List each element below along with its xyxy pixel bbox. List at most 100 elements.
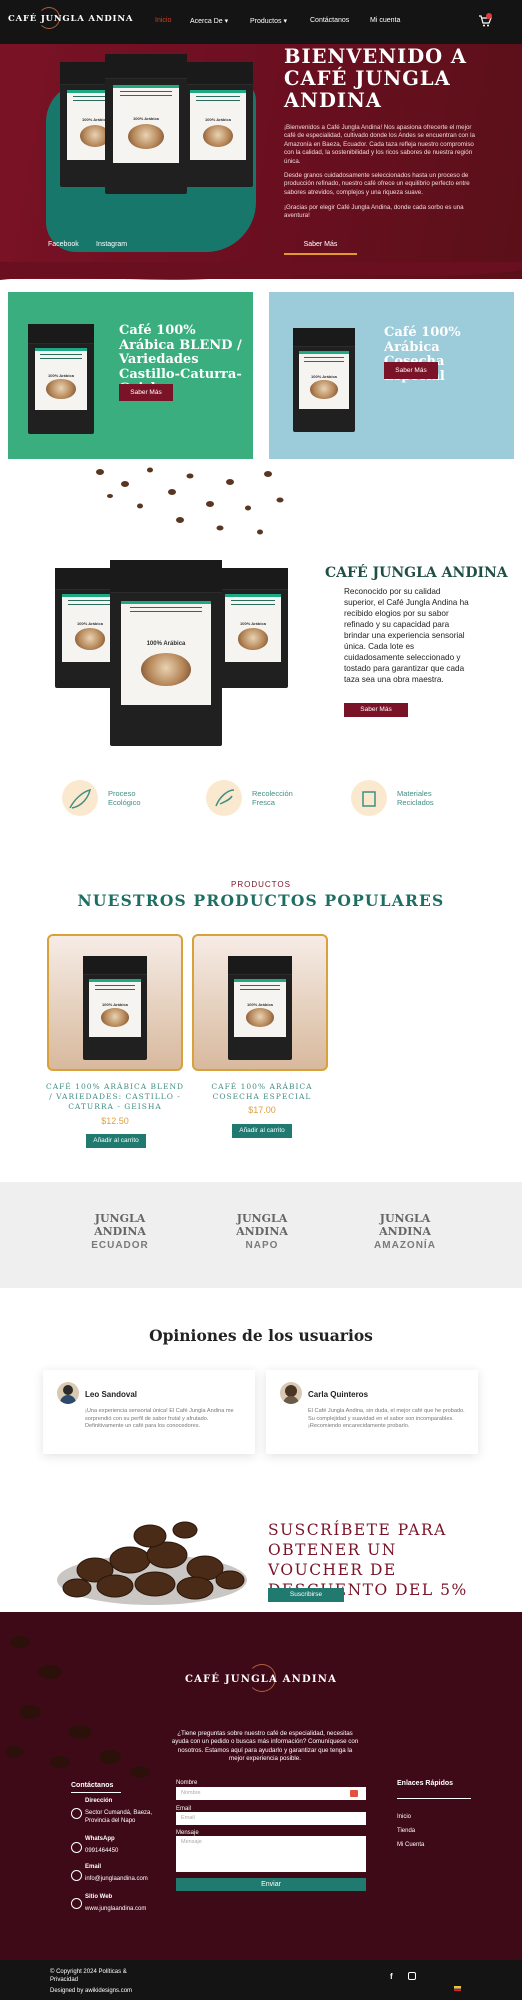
contact-label: WhatsApp xyxy=(85,1836,115,1842)
contact-value[interactable]: 0991464450 xyxy=(85,1848,118,1854)
footer-link-mi-cuenta[interactable]: Mi Cuenta xyxy=(397,1842,424,1848)
language-flag-icon[interactable] xyxy=(454,1986,461,1991)
cart-count-badge xyxy=(486,13,492,19)
review-text: El Café Jungla Andina, sin duda, el mejo… xyxy=(308,1408,465,1430)
chevron-down-icon: ▾ xyxy=(283,18,287,25)
eco-process-icon xyxy=(62,780,98,816)
reviewer-name: Carla Quinteros xyxy=(308,1390,369,1399)
testimonials-title: Opiniones de los usuarios xyxy=(149,1326,373,1345)
hero-section: 100% Arábica 100% Arábica 100% Arábica B… xyxy=(0,44,522,279)
divider xyxy=(71,1792,121,1793)
products-kicker: PRODUCTOS xyxy=(231,880,291,889)
hero-paragraph: ¡Bienvenidos a Café Jungla Andina! Nos a… xyxy=(284,124,475,165)
nav-item-contactanos[interactable]: Contáctanos xyxy=(310,17,349,24)
product-price: $12.50 xyxy=(101,1116,129,1126)
contact-label: Sitio Web xyxy=(85,1894,113,1900)
form-label: Nombre xyxy=(176,1780,198,1786)
intro-saber-mas-button[interactable]: Saber Más xyxy=(344,703,408,717)
promo-saber-mas-button[interactable]: Saber Más xyxy=(119,384,173,401)
feature-recycled: Materiales Reciclados xyxy=(351,780,457,816)
divider xyxy=(397,1798,471,1799)
coffee-bag-image: 100% Arábica xyxy=(83,956,147,1060)
footer-intro: ¿Tiene preguntas sobre nuestro café de e… xyxy=(171,1730,359,1763)
product-card-image[interactable]: 100% Arábica xyxy=(47,934,183,1071)
hero-title: BIENVENIDO A CAFÉ JUNGLA ANDINA xyxy=(284,45,468,112)
facebook-icon[interactable]: f xyxy=(390,1972,393,1981)
contact-heading: Contáctanos xyxy=(71,1782,114,1789)
coffee-bag-image: 100% Arábica xyxy=(105,54,187,194)
location-napo: JUNGLA ANDINA NAPO xyxy=(236,1212,288,1251)
nav-item-acerca[interactable]: Acerca De ▾ xyxy=(190,17,228,25)
coffee-beans-image xyxy=(57,1521,247,1605)
locations-band: JUNGLA ANDINA ECUADOR JUNGLA ANDINA NAPO J… xyxy=(0,1182,522,1288)
footer-bottom-bar: © Copyright 2024 Políticas & Privacidad … xyxy=(0,1960,522,2000)
intro-text: Reconocido por su calidad superior, el C… xyxy=(344,587,469,684)
footer-link-tienda[interactable]: Tienda xyxy=(397,1828,415,1834)
feature-eco: Proceso Ecológico xyxy=(62,780,168,816)
add-to-cart-button[interactable]: Añadir al carrito xyxy=(232,1124,292,1138)
product-title[interactable]: CAFÉ 100% ARÁBICA BLEND / VARIEDADES: CA… xyxy=(45,1082,185,1112)
promo-saber-mas-button[interactable]: Saber Más xyxy=(384,362,438,379)
instagram-icon[interactable] xyxy=(408,1972,416,1980)
contact-value[interactable]: www.junglaandina.com xyxy=(85,1906,146,1912)
recycled-materials-icon xyxy=(351,780,387,816)
whatsapp-icon[interactable] xyxy=(71,1842,82,1853)
footer-brand: CAFÉ JUNGLA ANDINA xyxy=(184,1674,338,1685)
nav-item-productos[interactable]: Productos ▾ xyxy=(250,17,287,25)
name-input[interactable]: Nombre xyxy=(176,1787,366,1800)
nav-item-mi-cuenta[interactable]: Mi cuenta xyxy=(370,17,400,24)
product-card-image[interactable]: 100% Arábica xyxy=(192,934,328,1071)
submit-button[interactable]: Enviar xyxy=(176,1878,366,1891)
feature-fresh: Recolección Fresca xyxy=(206,780,312,816)
nav-item-inicio[interactable]: Inicio xyxy=(155,17,171,24)
top-navbar: CAFÉ JUNGLA ANDINA Inicio Acerca De ▾ Pr… xyxy=(0,0,522,44)
chevron-down-icon: ▾ xyxy=(224,18,229,25)
coffee-bag-image: 100% Arábica xyxy=(293,328,355,432)
avatar xyxy=(57,1382,79,1404)
add-to-cart-button[interactable]: Añadir al carrito xyxy=(86,1134,146,1148)
review-text: ¡Una experiencia sensorial única! El Caf… xyxy=(85,1408,234,1430)
coffee-bag-image: 100% Arábica xyxy=(183,62,253,187)
email-input[interactable]: Email xyxy=(176,1812,366,1825)
email-icon[interactable] xyxy=(71,1870,82,1881)
coffee-bag-image: 100% Arábica xyxy=(228,956,292,1060)
promo-card-blend[interactable]: 100% Arábica Café 100% Arábica BLEND / V… xyxy=(8,292,253,459)
intro-title: CAFÉ JUNGLA ANDINA xyxy=(325,565,508,581)
coffee-bag-image: 100% Arábica xyxy=(218,568,288,688)
coffee-bag-image: 100% Arábica xyxy=(28,324,94,434)
product-title[interactable]: CAFÉ 100% ARÁBICA COSECHA ESPECIAL xyxy=(192,1082,332,1102)
products-title: NUESTROS PRODUCTOS POPULARES xyxy=(77,891,445,910)
facebook-link[interactable]: Facebook xyxy=(48,241,79,248)
reviewer-name: Leo Sandoval xyxy=(85,1390,138,1399)
subscribe-button[interactable]: Suscribirse xyxy=(268,1588,344,1602)
testimonial-card: Leo Sandoval ¡Una experiencia sensorial … xyxy=(43,1370,255,1454)
brand-logo[interactable]: CAFÉ JUNGLA ANDINA xyxy=(8,14,133,24)
footer-link-inicio[interactable]: Inicio xyxy=(397,1814,411,1820)
location-amazonia: JUNGLA ANDINA AMAZONÍA xyxy=(374,1212,436,1251)
contact-label: Dirección xyxy=(85,1798,113,1804)
location-icon xyxy=(71,1808,82,1819)
product-price: $17.00 xyxy=(248,1105,276,1115)
coffee-bag-image: 100% Arábica xyxy=(110,560,222,746)
message-textarea[interactable]: Mensaje xyxy=(176,1836,366,1872)
fresh-harvest-icon xyxy=(206,780,242,816)
hero-paragraph: Desde granos cuidadosamente seleccionado… xyxy=(284,172,470,196)
contact-value: Sector Cumandá, Baeza, Provincia del Nap… xyxy=(85,1810,153,1824)
designer-credit[interactable]: Designed by awikidesigns.com xyxy=(50,1988,132,1994)
testimonial-card: Carla Quinteros El Café Jungla Andina, s… xyxy=(266,1370,478,1454)
coffee-beans-decoration xyxy=(96,467,284,535)
autofill-icon xyxy=(350,1790,358,1797)
location-ecuador: JUNGLA ANDINA ECUADOR xyxy=(91,1212,149,1251)
avatar xyxy=(280,1382,302,1404)
contact-label: Email xyxy=(85,1864,102,1870)
contact-value[interactable]: info@junglaandina.com xyxy=(85,1876,148,1882)
promo-card-cosecha[interactable]: 100% Arábica Café 100% Arábica Cosecha E… xyxy=(269,292,514,459)
copyright-text[interactable]: © Copyright 2024 Políticas & Privacidad xyxy=(50,1969,140,1984)
quick-links-heading: Enlaces Rápidos xyxy=(397,1780,454,1787)
globe-icon[interactable] xyxy=(71,1898,82,1909)
instagram-link[interactable]: Instagram xyxy=(96,241,127,248)
hero-paragraph: ¡Gracias por elegir Café Jungla Andina, … xyxy=(284,204,464,220)
hero-wave-divider xyxy=(0,262,522,280)
hero-saber-mas-button[interactable]: Saber Más xyxy=(284,237,357,255)
footer-beans-decoration xyxy=(6,1636,150,1778)
